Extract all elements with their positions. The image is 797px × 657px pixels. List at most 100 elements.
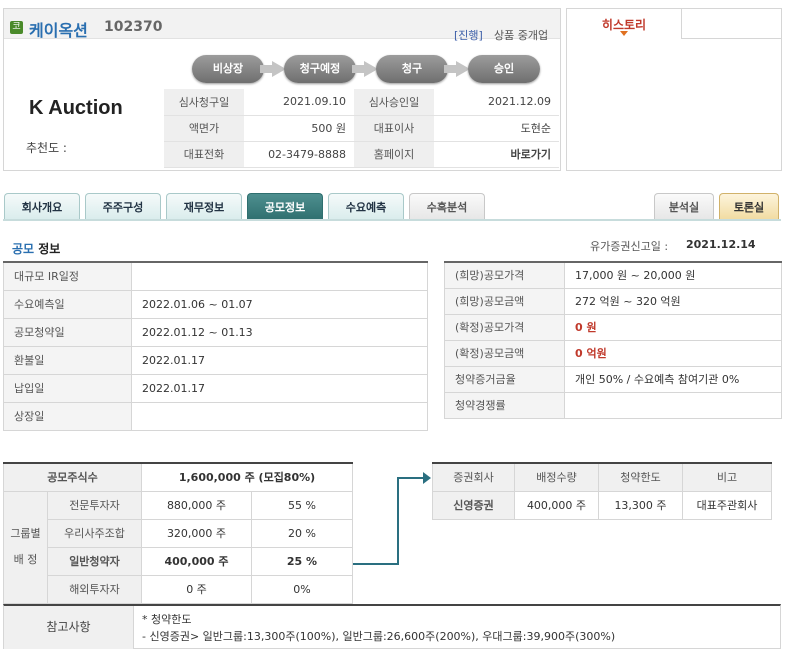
tab-analysis-room[interactable]: 분석실 — [654, 193, 714, 220]
step-unlisted: 비상장 — [192, 55, 264, 83]
underwriter-table: 증권회사 배정수량 청약한도 비고 신영증권 400,000 주 13,300 … — [432, 462, 772, 520]
schedule-label: 공모청약일 — [3, 317, 132, 347]
tab-divider — [3, 219, 781, 221]
allocation-percent: 20 % — [251, 518, 353, 548]
connector-line — [397, 477, 425, 479]
group-label-line2: 배 정 — [13, 553, 38, 566]
pricing-label: 청약증거금율 — [444, 365, 565, 393]
reference-panel: 참고사항 * 청약한도 - 신영증권> 일반그룹:13,300주(100%), … — [3, 604, 781, 649]
table-row: (희망)공모가격 17,000 원 ~ 20,000 원 — [444, 261, 782, 289]
schedule-value: 2022.01.17 — [131, 373, 428, 403]
table-row: 청약경쟁률 — [444, 391, 782, 419]
underwriter-limit: 13,300 주 — [598, 490, 683, 520]
filing-date-value: 2021.12.14 — [686, 238, 756, 251]
pricing-label: (희망)공모금액 — [444, 287, 565, 315]
pricing-label: (확정)공모금액 — [444, 339, 565, 367]
pricing-label: 청약경쟁률 — [444, 391, 565, 419]
tab-financials[interactable]: 재무정보 — [166, 193, 242, 220]
allocation-percent: 25 % — [251, 546, 353, 576]
table-row: 해외투자자 0 주 0% — [4, 574, 353, 604]
caret-down-icon — [620, 31, 628, 36]
table-row: 그룹별 배 정 전문투자자 880,000 주 55 % — [3, 490, 353, 604]
tab-shareholders[interactable]: 주주구성 — [85, 193, 161, 220]
total-shares-value: 1,600,000 주 (모집80%) — [141, 462, 353, 492]
info-label: 대표전화 — [164, 141, 244, 168]
group-allocation-label: 그룹별배 정 — [3, 490, 48, 604]
info-value: 500 원 — [244, 115, 354, 142]
info-value: 02-3479-8888 — [244, 141, 354, 168]
arrow-right-icon — [423, 472, 431, 484]
section-title: 공모 정보 — [12, 240, 60, 257]
underwriter-name: 신영증권 — [432, 490, 515, 520]
column-header: 청약한도 — [598, 462, 683, 492]
table-row: 공모주식수 1,600,000 주 (모집80%) — [3, 462, 353, 492]
schedule-label: 납입일 — [3, 373, 132, 403]
schedule-value: 2022.01.06 ~ 01.07 — [131, 289, 428, 319]
info-label: 심사청구일 — [164, 89, 244, 116]
allocation-group: 일반청약자 — [47, 546, 142, 576]
table-row: 공모청약일 2022.01.12 ~ 01.13 — [3, 317, 428, 347]
info-row: 대표전화 02-3479-8888 홈페이지 바로가기 — [164, 141, 559, 168]
company-summary-panel: 코 케이옥션 102370 [진행] 상품 중개업 비상장 청구예정 청구 승인… — [3, 8, 561, 171]
history-panel: 히스토리 — [566, 8, 782, 171]
pricing-label: (희망)공모가격 — [444, 261, 565, 289]
table-row: (확정)공모가격 0 원 — [444, 313, 782, 341]
tab-return-analysis[interactable]: 수혹분석 — [409, 193, 485, 220]
history-tab-strip — [682, 9, 781, 39]
schedule-label: 대규모 IR일정 — [3, 261, 132, 291]
recommend-label: 추천도 : — [26, 141, 67, 155]
allocation-shares: 0 주 — [141, 574, 252, 604]
reference-line: * 청약한도 — [142, 613, 192, 626]
allocation-group: 우리사주조합 — [47, 518, 142, 548]
info-label: 심사승인일 — [354, 89, 434, 116]
status-tag-link[interactable]: [진행] — [454, 27, 483, 43]
schedule-label: 환불일 — [3, 345, 132, 375]
connector-line — [397, 477, 399, 565]
tab-ipo-info[interactable]: 공모정보 — [247, 193, 323, 220]
info-row: 심사청구일 2021.09.10 심사승인일 2021.12.09 — [164, 89, 559, 116]
pricing-value: 0 원 — [564, 313, 782, 341]
table-row: 수요예측일 2022.01.06 ~ 01.07 — [3, 289, 428, 319]
pricing-value: 17,000 원 ~ 20,000 원 — [564, 261, 782, 289]
company-logo: K Auction — [29, 97, 123, 119]
table-row: 청약증거금율 개인 50% / 수요예측 참여기관 0% — [444, 365, 782, 393]
table-row: (확정)공모금액 0 억원 — [444, 339, 782, 367]
homepage-link[interactable]: 바로가기 — [434, 141, 559, 168]
pricing-value — [564, 391, 782, 419]
schedule-value — [131, 401, 428, 431]
info-value: 2021.12.09 — [434, 89, 559, 116]
column-header: 증권회사 — [432, 462, 515, 492]
info-label: 액면가 — [164, 115, 244, 142]
schedule-value: 2022.01.12 ~ 01.13 — [131, 317, 428, 347]
table-row: 환불일 2022.01.17 — [3, 345, 428, 375]
underwriter-shares: 400,000 주 — [514, 490, 599, 520]
tab-demand-forecast[interactable]: 수요예측 — [328, 193, 404, 220]
info-value: 2021.09.10 — [244, 89, 354, 116]
group-label-line1: 그룹별 — [10, 527, 41, 540]
step-planned: 청구예정 — [284, 55, 356, 83]
schedule-value — [131, 261, 428, 291]
info-label: 대표이사 — [354, 115, 434, 142]
schedule-label: 수요예측일 — [3, 289, 132, 319]
table-row: 신영증권 400,000 주 13,300 주 대표주관회사 — [432, 490, 772, 520]
table-row: 대규모 IR일정 — [3, 261, 428, 291]
column-header: 배정수량 — [514, 462, 599, 492]
industry-text: 상품 중개업 — [494, 29, 549, 42]
allocation-shares: 400,000 주 — [141, 546, 252, 576]
allocation-table: 공모주식수 1,600,000 주 (모집80%) 그룹별 배 정 전문투자자 8… — [3, 462, 353, 604]
tab-discussion-room[interactable]: 토론실 — [719, 193, 779, 220]
info-label: 홈페이지 — [354, 141, 434, 168]
allocation-percent: 55 % — [251, 490, 353, 520]
info-row: 액면가 500 원 대표이사 도현순 — [164, 115, 559, 142]
column-header: 비고 — [682, 462, 772, 492]
table-row: 우리사주조합 320,000 주 20 % — [4, 518, 353, 548]
allocation-shares: 320,000 주 — [141, 518, 252, 548]
table-row: 납입일 2022.01.17 — [3, 373, 428, 403]
step-filed: 청구 — [376, 55, 448, 83]
table-header-row: 증권회사 배정수량 청약한도 비고 — [432, 462, 772, 492]
table-row: (희망)공모금액 272 억원 ~ 320 억원 — [444, 287, 782, 315]
allocation-group: 해외투자자 — [47, 574, 142, 604]
tab-company-overview[interactable]: 회사개요 — [4, 193, 80, 220]
market-badge-icon: 코 — [10, 21, 23, 34]
schedule-label: 상장일 — [3, 401, 132, 431]
